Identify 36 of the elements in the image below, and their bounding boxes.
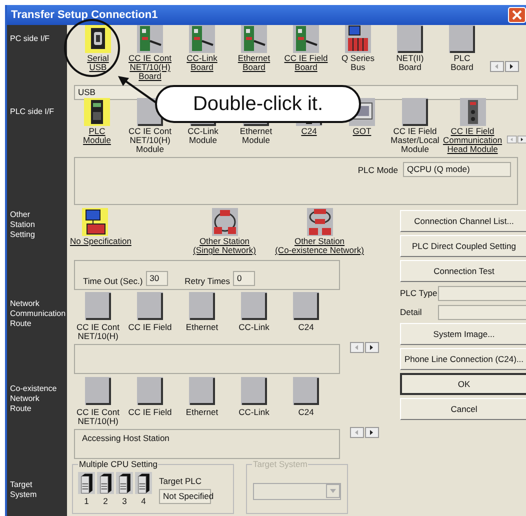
item-label: CC IE Field xyxy=(128,323,172,332)
item-label: PLC Board xyxy=(450,54,474,72)
item-label: CC IE Field Master/Local Module xyxy=(390,127,440,154)
section-label: Co-existence Network Route xyxy=(10,384,57,413)
item-label: CC IE Cont NET/10(H) xyxy=(76,408,120,426)
section-label: Network Communication Route xyxy=(10,299,66,328)
item-label: C24 xyxy=(298,323,314,332)
item-label: CC-Link xyxy=(238,408,270,417)
item-label: CC-Link Module xyxy=(188,127,218,145)
section-label: Target System xyxy=(10,480,37,499)
item-label: Q Series Bus xyxy=(341,54,375,72)
item-label: CC IE Cont NET/10(H) Module xyxy=(128,127,172,154)
section-label: PLC side I/F xyxy=(10,107,54,116)
cpu-number: 4 xyxy=(141,496,146,506)
section-label: PC side I/F xyxy=(10,34,50,43)
field-label: Detail xyxy=(400,307,423,317)
item-label: Ethernet Module xyxy=(240,127,272,145)
item-label: NET(II) Board xyxy=(396,54,424,72)
item-label: Ethernet xyxy=(186,408,218,417)
route-text: Accessing Host Station xyxy=(82,433,170,443)
item-label: CC-Link xyxy=(238,323,270,332)
window-title: Transfer Setup Connection1 xyxy=(11,9,158,21)
target-plc-label: Target PLC xyxy=(159,476,203,486)
item-label: Ethernet xyxy=(186,323,218,332)
cpu-number: 2 xyxy=(103,496,108,506)
retry-label: Retry Times xyxy=(184,276,230,286)
plc-mode-label: PLC Mode xyxy=(358,164,398,174)
cpu-number: 1 xyxy=(84,496,89,506)
item-label: CC IE Field xyxy=(128,408,172,417)
section-label: Other Station Setting xyxy=(10,210,35,239)
callout-tooltip: Double-click it. xyxy=(155,85,361,123)
timeout-label: Time Out (Sec.) xyxy=(83,276,143,286)
cpu-number: 3 xyxy=(122,496,127,506)
item-label: C24 xyxy=(298,408,314,417)
group-title: Multiple CPU Setting xyxy=(78,459,158,469)
item-label: CC IE Cont NET/10(H) xyxy=(76,323,120,341)
